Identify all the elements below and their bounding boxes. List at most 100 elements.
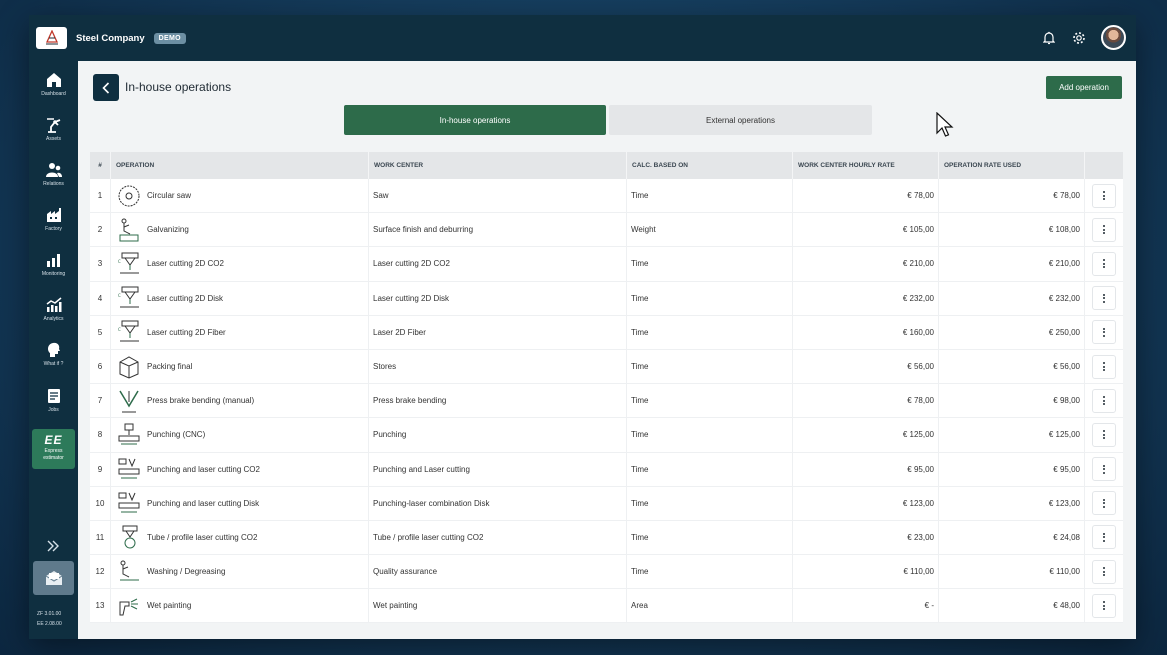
- operation-cell[interactable]: C Laser cutting 2D Fiber: [110, 315, 368, 349]
- sidebar-item-what-if[interactable]: What if ?: [29, 341, 78, 381]
- header-hourly-rate[interactable]: WORK CENTER HOURLY RATE: [792, 152, 938, 179]
- header-num: #: [98, 162, 102, 169]
- more-options-button[interactable]: [1092, 217, 1116, 242]
- more-options-button[interactable]: [1092, 251, 1116, 276]
- kebab-dot-icon: [1103, 331, 1105, 334]
- sidebar-item-assets[interactable]: Assets: [29, 116, 78, 156]
- more-options-button[interactable]: [1092, 491, 1116, 516]
- sidebar-item-label: Monitoring: [41, 271, 66, 277]
- header-rate-used[interactable]: OPERATION RATE USED: [938, 152, 1084, 179]
- operations-table: # OPERATION WORK CENTER CALC. BASED ON W…: [90, 152, 1123, 624]
- kebab-dot-icon: [1103, 608, 1105, 611]
- sidebar-item-analytics[interactable]: Analytics: [29, 296, 78, 336]
- sidebar-item-factory[interactable]: Factory: [29, 206, 78, 246]
- more-options-button[interactable]: [1092, 388, 1116, 413]
- table-row[interactable]: 2 Galvanizing Surface finish and deburring…: [90, 213, 1123, 248]
- operation-cell[interactable]: Tube / profile laser cutting CO2: [110, 520, 368, 555]
- sidebar-item-monitoring[interactable]: Monitoring: [29, 251, 78, 291]
- more-options-button[interactable]: [1092, 457, 1116, 482]
- back-button[interactable]: [93, 74, 119, 101]
- work-center-cell: Saw: [368, 179, 626, 213]
- table-row[interactable]: 12 Washing / Degreasing Quality assurance T…: [90, 555, 1123, 590]
- operation-cell[interactable]: Washing / Degreasing: [110, 555, 368, 589]
- expand-sidebar-icon[interactable]: [46, 539, 60, 557]
- table-row[interactable]: 13 Wet painting Wet painting Area € - € 48,00: [90, 589, 1123, 624]
- kebab-dot-icon: [1103, 266, 1105, 269]
- tab-in-house-operations[interactable]: In-house operations: [344, 105, 606, 135]
- table-row[interactable]: 1 Circular saw Saw Time € 78,00 € 78,00: [90, 179, 1123, 214]
- more-options-button[interactable]: [1092, 354, 1116, 379]
- operation-name: Punching and laser cutting CO2: [147, 464, 260, 474]
- avatar[interactable]: [1101, 25, 1126, 50]
- table-row[interactable]: 4 C Laser cutting 2D Disk Laser cutting 2D …: [90, 281, 1123, 316]
- more-options-button[interactable]: [1092, 183, 1116, 208]
- kebab-dot-icon: [1103, 532, 1105, 535]
- kebab-dot-icon: [1103, 262, 1105, 265]
- table-row[interactable]: 3 C Laser cutting 2D CO2 Laser cutting 2D C…: [90, 247, 1123, 282]
- more-options-button[interactable]: [1092, 559, 1116, 584]
- header-calc[interactable]: CALC. BASED ON: [626, 152, 792, 179]
- rate-used-cell: € 24,08: [938, 520, 1084, 555]
- table-row[interactable]: 10 Punching and laser cutting Disk Punchin…: [90, 486, 1123, 521]
- tab-external-operations[interactable]: External operations: [609, 105, 872, 135]
- kebab-dot-icon: [1103, 365, 1105, 368]
- operation-cell[interactable]: C Laser cutting 2D Disk: [110, 281, 368, 315]
- operation-cell[interactable]: Punching and laser cutting Disk: [110, 486, 368, 520]
- more-options-button[interactable]: [1092, 422, 1116, 447]
- mouse-cursor-icon: [936, 111, 954, 143]
- header-work-center[interactable]: WORK CENTER: [368, 152, 626, 179]
- gear-icon[interactable]: [1071, 30, 1087, 46]
- sidebar-item-dashboard[interactable]: Dashboard: [29, 71, 78, 111]
- sidebar-item-express-estimator[interactable]: EE Express estimator: [32, 429, 75, 469]
- more-options-button[interactable]: [1092, 320, 1116, 345]
- table-row[interactable]: 8 Punching (CNC) Punching Time € 125,00 € 125…: [90, 418, 1123, 453]
- table-row[interactable]: 5 C Laser cutting 2D Fiber Laser 2D Fiber Ti…: [90, 315, 1123, 350]
- more-options-button[interactable]: [1092, 593, 1116, 618]
- kebab-dot-icon: [1103, 498, 1105, 501]
- add-operation-button[interactable]: Add operation: [1046, 76, 1122, 99]
- row-number: 1: [97, 191, 103, 201]
- work-center-cell: Wet painting: [368, 589, 626, 623]
- table-row[interactable]: 6 Packing final Stores Time € 56,00 € 56,00: [90, 349, 1123, 385]
- express-estimator-logo: EE: [44, 433, 63, 447]
- table-row[interactable]: 11 Tube / profile laser cutting CO2 Tube /…: [90, 520, 1123, 556]
- calc-based-on-cell: Time: [626, 281, 792, 315]
- calc-based-on-cell: Time: [626, 315, 792, 349]
- hourly-rate-cell: € 78,00: [792, 179, 938, 213]
- operation-cell[interactable]: Wet painting: [110, 589, 368, 623]
- table-row[interactable]: 7 Press brake bending (manual) Press brake…: [90, 384, 1123, 419]
- head-icon: [47, 342, 60, 357]
- company-name: Steel Company: [76, 32, 145, 44]
- operation-cell[interactable]: Packing final: [110, 349, 368, 384]
- header-operation[interactable]: OPERATION: [110, 152, 368, 179]
- sidebar-item-relations[interactable]: Relations: [29, 161, 78, 201]
- punch-laser-icon: [117, 490, 141, 516]
- more-options-button[interactable]: [1092, 286, 1116, 311]
- steel-company-logo[interactable]: [36, 27, 67, 49]
- kebab-dot-icon: [1103, 300, 1105, 303]
- sidebar-item-label: Analytics: [43, 316, 64, 322]
- operation-cell[interactable]: Punching (CNC): [110, 418, 368, 452]
- operation-cell[interactable]: Circular saw: [110, 179, 368, 213]
- sidebar-item-jobs[interactable]: Jobs: [29, 387, 78, 427]
- operation-cell[interactable]: Press brake bending (manual): [110, 384, 368, 418]
- sidebar-item-label: Assets: [45, 136, 61, 142]
- operation-cell[interactable]: Galvanizing: [110, 213, 368, 247]
- hourly-rate-cell: € 56,00: [792, 349, 938, 384]
- more-options-button[interactable]: [1092, 525, 1116, 550]
- operation-cell[interactable]: Punching and laser cutting CO2: [110, 452, 368, 486]
- bell-icon[interactable]: [1041, 30, 1057, 46]
- hourly-rate-cell: € 232,00: [792, 281, 938, 315]
- actions-cell: [1084, 520, 1123, 555]
- operation-cell[interactable]: C Laser cutting 2D CO2: [110, 247, 368, 281]
- table-row[interactable]: 9 Punching and laser cutting CO2 Punching …: [90, 452, 1123, 487]
- kebab-dot-icon: [1103, 228, 1105, 231]
- actions-cell: [1084, 179, 1123, 213]
- operation-name: Press brake bending (manual): [147, 396, 255, 406]
- actions-cell: [1084, 418, 1123, 452]
- message-button[interactable]: [33, 561, 74, 595]
- sidebar-item-label: What if ?: [43, 361, 64, 367]
- calc-based-on-cell: Time: [626, 247, 792, 281]
- kebab-dot-icon: [1103, 327, 1105, 330]
- hourly-rate-cell: € 95,00: [792, 452, 938, 486]
